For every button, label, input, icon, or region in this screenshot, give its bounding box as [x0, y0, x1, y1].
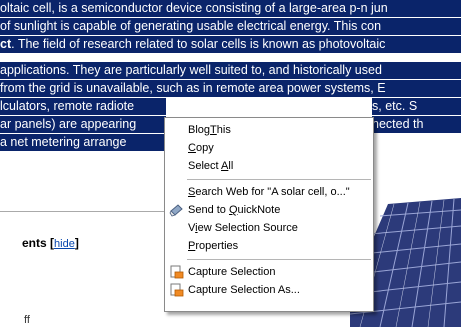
menu-label: Select All: [188, 160, 234, 172]
selected-text-line-4[interactable]: applications. They are particularly well…: [0, 62, 461, 79]
accelerator-key: S: [188, 186, 196, 198]
selected-text-line-5[interactable]: from the grid is unavailable, such as in…: [0, 80, 461, 97]
selected-text-line-3[interactable]: ct. The field of research related to sol…: [0, 36, 461, 53]
accelerator-key: C: [188, 142, 196, 154]
toc-hide-link[interactable]: hide: [54, 238, 75, 250]
menu-item-capture-selection[interactable]: Capture Selection: [166, 263, 372, 281]
menu-item-select-all[interactable]: Select All: [166, 157, 372, 175]
selected-text-line-6-right[interactable]: s, etc. S: [372, 98, 461, 115]
menu-label: BlogThis: [188, 124, 231, 136]
menu-item-send-to-quicknote[interactable]: Send to QuickNote: [166, 201, 372, 219]
menu-item-capture-selection-as[interactable]: Capture Selection As...: [166, 281, 372, 299]
capture-icon: [170, 283, 184, 297]
text-fragment: ff: [24, 314, 30, 326]
selected-text-fragment: . The field of research related to solar…: [11, 37, 386, 51]
bold-text: ct: [0, 37, 12, 51]
menu-label: View Selection Source: [188, 222, 298, 234]
toc-heading: ents [hide]: [22, 236, 79, 250]
selected-text-line-6[interactable]: lculators, remote radiote: [0, 98, 166, 115]
menu-label: Copy: [188, 142, 214, 154]
menu-item-properties[interactable]: Properties: [166, 237, 372, 255]
selected-text-line-7[interactable]: ar panels) are appearing: [0, 116, 166, 133]
context-menu: BlogThis Copy Select All Search Web for …: [164, 117, 374, 312]
quicknote-icon: [169, 204, 183, 217]
menu-item-copy[interactable]: Copy: [166, 139, 372, 157]
selected-text-line-8[interactable]: a net metering arrange: [0, 134, 166, 151]
menu-label: Properties: [188, 240, 239, 252]
capture-icon: [170, 265, 184, 279]
selected-text-line-7-right[interactable]: nected th: [372, 116, 461, 133]
menu-label: Capture Selection: [188, 266, 276, 278]
accelerator-key: P: [188, 240, 196, 252]
menu-separator: [187, 179, 371, 180]
section-divider: [0, 211, 180, 212]
accelerator-key: Q: [228, 204, 238, 216]
menu-separator: [187, 259, 371, 260]
menu-label: Send to QuickNote: [188, 204, 281, 216]
menu-item-view-selection-source[interactable]: View Selection Source: [166, 219, 372, 237]
accelerator-key: T: [210, 124, 217, 136]
toc-title: ents: [22, 236, 47, 250]
menu-label: Capture Selection As...: [188, 284, 300, 296]
menu-label: Search Web for "A solar cell, o...": [188, 186, 350, 198]
selected-text-line-2[interactable]: of sunlight is capable of generating usa…: [0, 18, 461, 35]
menu-item-blogthis[interactable]: BlogThis: [166, 121, 372, 139]
accelerator-key: A: [221, 160, 229, 172]
selected-text-line-1[interactable]: oltaic cell, is a semiconductor device c…: [0, 0, 461, 17]
accelerator-key: i: [195, 222, 198, 234]
menu-item-search-web[interactable]: Search Web for "A solar cell, o...": [166, 183, 372, 201]
